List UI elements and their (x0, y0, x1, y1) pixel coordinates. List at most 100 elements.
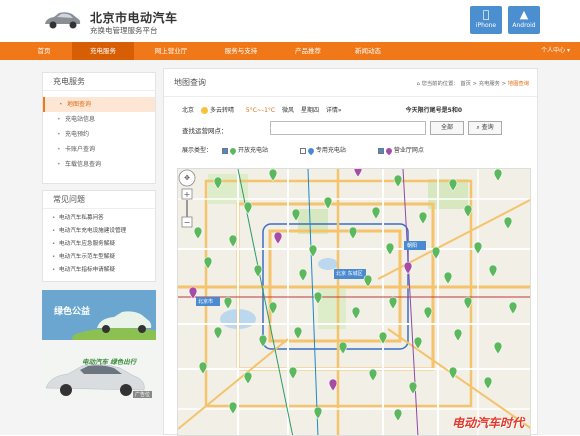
green-pin-icon (228, 146, 238, 155)
nav-products[interactable]: 产品推荐 (282, 42, 334, 60)
breadcrumb-home[interactable]: 首页 (460, 81, 471, 87)
sidebar-item-reservation[interactable]: 充电预约 (43, 127, 155, 142)
car-logo-icon (45, 12, 81, 29)
weather-detail-link[interactable]: 详情» (326, 107, 342, 114)
business-hall-pin[interactable] (328, 378, 338, 392)
map-zoom-control[interactable]: ✥ + − (178, 169, 196, 229)
weather-temp: 5°C~-1°C (245, 107, 276, 114)
search-all-button[interactable]: 全部 (430, 121, 464, 135)
charging-station-pin[interactable] (351, 306, 361, 320)
charging-station-pin[interactable] (243, 201, 253, 215)
charging-station-pin[interactable] (493, 341, 503, 355)
service-menu-title: 充电服务 (43, 73, 155, 91)
faq-item[interactable]: 电动汽车私募问答 (43, 212, 155, 225)
charging-station-pin[interactable] (473, 241, 483, 255)
charging-station-pin[interactable] (228, 401, 238, 415)
banner2-ad-label: 广告位 (132, 391, 152, 398)
charging-station-pin[interactable] (493, 169, 503, 182)
business-hall-pin[interactable] (273, 231, 283, 245)
ev-green-travel-banner[interactable]: 电动汽车 绿色出行 广告位 (42, 346, 156, 400)
charging-station-pin[interactable] (258, 334, 268, 348)
charging-station-pin[interactable] (213, 326, 223, 340)
user-center-menu[interactable]: 个人中心 ▾ (541, 42, 570, 60)
charging-station-pin[interactable] (323, 196, 333, 210)
weather-weekday: 星期四 (300, 107, 319, 114)
charging-station-pin[interactable] (393, 174, 403, 188)
checkbox-open-stations[interactable] (221, 147, 228, 154)
business-hall-pin[interactable] (353, 169, 363, 178)
filter-private-stations-label: 专用充电站 (315, 147, 346, 154)
checkbox-business-halls[interactable] (377, 147, 384, 154)
search-label: 查找运营网点： (182, 127, 228, 135)
nav-service-support[interactable]: 服务与支持 (210, 42, 272, 60)
charging-station-pin[interactable] (243, 371, 253, 385)
charging-station-pin[interactable] (363, 274, 373, 288)
filter-label: 展示类型： (182, 147, 213, 154)
charging-station-pin[interactable] (288, 366, 298, 380)
search-query-button[interactable]: ⌕ 查询 (468, 121, 502, 135)
charging-station-pin[interactable] (298, 268, 308, 282)
green-charity-banner[interactable]: 绿色公益 (42, 290, 156, 340)
svg-text:+: + (184, 190, 191, 199)
filter-business-halls-label: 营业厅网点 (393, 147, 424, 154)
charging-station-pin[interactable] (423, 306, 433, 320)
page-title: 地图查询 (174, 78, 206, 87)
charging-station-pin[interactable] (223, 296, 233, 310)
title-divider (164, 96, 537, 97)
sidebar-item-card-account[interactable]: 卡账户查询 (43, 142, 155, 157)
partly-cloudy-icon (200, 107, 208, 114)
blue-pin-icon (306, 146, 316, 155)
plate-restriction: 今天限行尾号是5和0 (405, 107, 462, 114)
charging-station-pin[interactable] (418, 211, 428, 225)
faq-item[interactable]: 电动汽车示范车型解疑 (43, 251, 155, 264)
banner2-text: 电动汽车 绿色出行 (82, 358, 137, 366)
charging-station-pin[interactable] (268, 169, 278, 182)
business-hall-pin[interactable] (403, 261, 413, 275)
search-input[interactable] (270, 121, 426, 135)
charging-station-pin[interactable] (453, 328, 463, 342)
charging-station-pin[interactable] (368, 368, 378, 382)
breadcrumb-service[interactable]: 充电服务 (479, 81, 500, 87)
android-app-button[interactable]: ▲ Android (508, 6, 540, 34)
search-query-label: 查询 (481, 124, 494, 131)
site-header: 北京市电动汽车 充换电管理服务平台  iPhone ▲ Android (0, 0, 580, 42)
charging-station-pin[interactable] (228, 234, 238, 248)
nav-charging-service[interactable]: 充电服务 (72, 42, 134, 60)
nav-home[interactable]: 首页 (24, 42, 64, 60)
charging-station-pin[interactable] (371, 206, 381, 220)
map-canvas[interactable] (178, 169, 531, 436)
charging-station-pin[interactable] (308, 244, 318, 258)
banner1-text: 绿色公益 (54, 307, 91, 317)
faq-item[interactable]: 电动汽车充电设施建设管理 (43, 225, 155, 238)
breadcrumb-prefix: 您当前的位置： (421, 81, 459, 87)
charging-station-pin[interactable] (313, 406, 323, 420)
charging-station-pin[interactable] (483, 376, 493, 390)
apple-icon:  (470, 8, 502, 22)
nav-online-hall[interactable]: 网上营业厅 (140, 42, 202, 60)
faq-item[interactable]: 电动汽车应急服务解疑 (43, 238, 155, 251)
site-title: 北京市电动汽车 (90, 11, 178, 25)
checkbox-private-stations[interactable] (299, 147, 306, 154)
faq-item[interactable]: 电动汽车指标申请解疑 (43, 264, 155, 277)
charging-station-pin[interactable] (393, 408, 403, 422)
charging-station-pin[interactable] (338, 341, 348, 355)
charging-station-pin[interactable] (388, 296, 398, 310)
breadcrumb: ⌂ 您当前的位置： 首页 > 充电服务 > 地图查询 (416, 81, 529, 87)
nav-news[interactable]: 新闻动态 (342, 42, 394, 60)
sidebar-item-map-query[interactable]: 地图查询 (43, 97, 155, 112)
charging-station-pin[interactable] (503, 216, 513, 230)
charging-station-pin[interactable] (253, 264, 263, 278)
iphone-app-button[interactable]:  iPhone (470, 6, 502, 34)
charging-station-pin[interactable] (508, 301, 518, 315)
charging-station-pin[interactable] (443, 271, 453, 285)
iphone-label: iPhone (476, 22, 496, 29)
charging-station-pin[interactable] (488, 264, 498, 278)
charging-station-pin[interactable] (293, 326, 303, 340)
service-menu: 充电服务 地图查询 充电站信息 充电预约 卡账户查询 车载信息查询 (42, 72, 156, 184)
sidebar-item-vehicle-info[interactable]: 车载信息查询 (43, 157, 155, 172)
charging-station-pin[interactable] (348, 226, 358, 240)
sidebar-item-station-info[interactable]: 充电站信息 (43, 112, 155, 127)
map-label-beijing: 北京市 (198, 299, 214, 305)
charging-station-pin[interactable] (385, 242, 395, 256)
station-map[interactable]: ✥ + − 北京 东城区 朝阳 北京市 电动汽车时代 (177, 168, 531, 436)
